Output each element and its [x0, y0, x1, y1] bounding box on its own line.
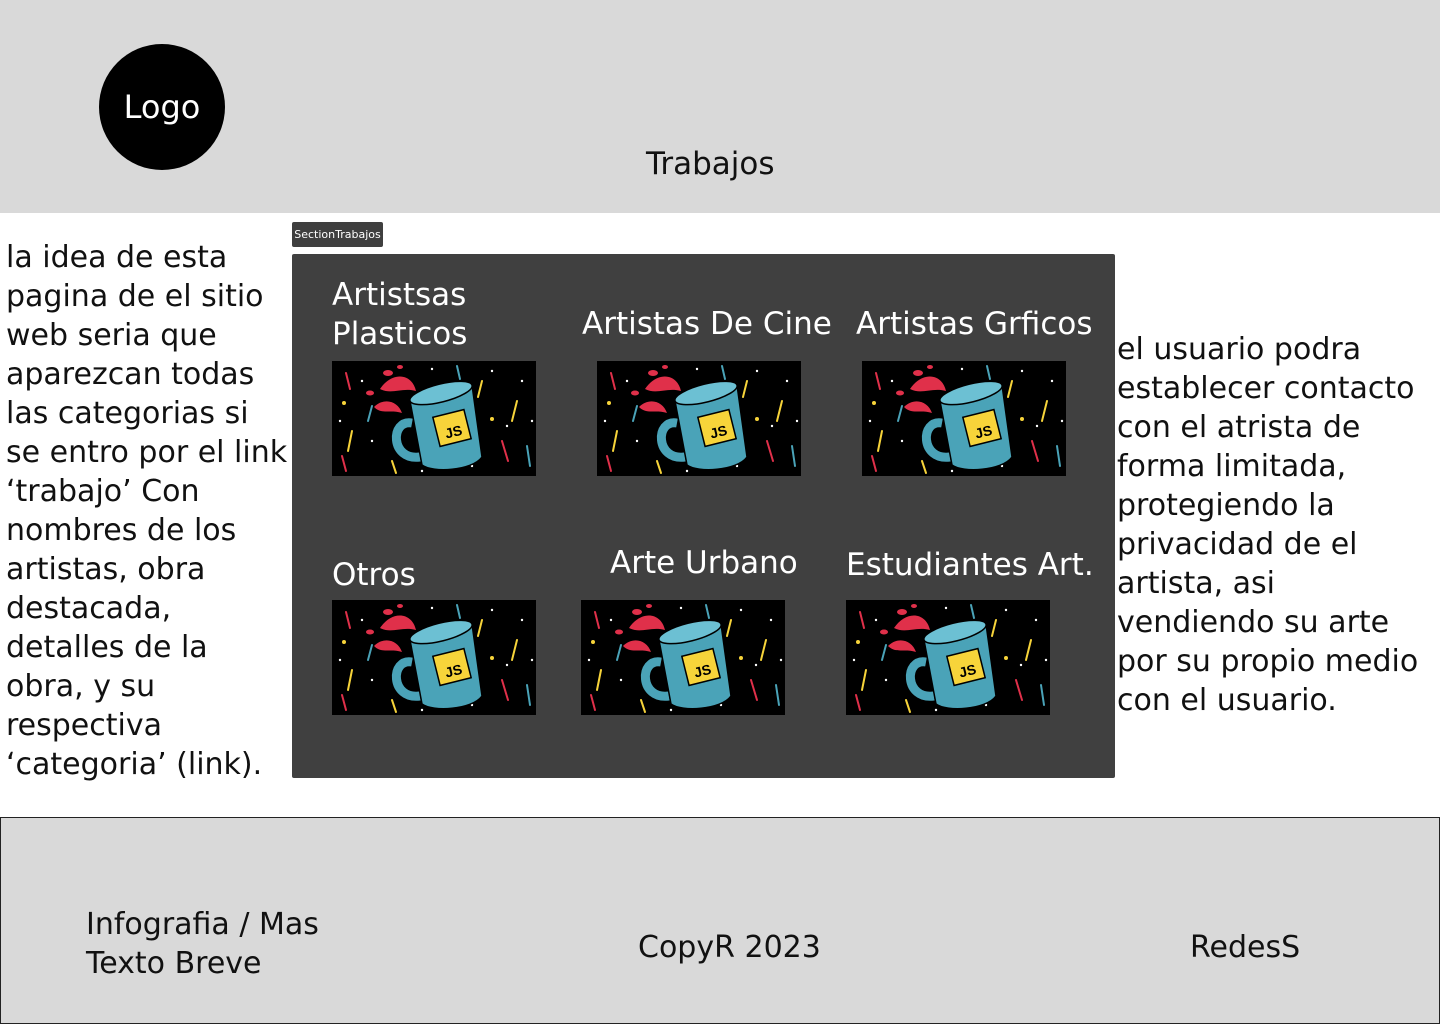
left-annotation: la idea de esta pagina de el sitio web s…	[6, 240, 288, 782]
footer: Infografia / Mas Texto Breve CopyR 2023 …	[0, 817, 1440, 1024]
js-mug-icon	[846, 600, 1050, 715]
category-label-estudiantes: Estudiantes Art.	[846, 547, 1094, 583]
footer-infografia: Infografia / Mas Texto Breve	[86, 907, 319, 981]
js-mug-icon	[332, 600, 536, 715]
category-image-plasticos[interactable]	[332, 361, 536, 476]
footer-social-link[interactable]: RedesS	[1190, 928, 1300, 967]
category-image-estudiantes[interactable]	[846, 600, 1050, 715]
category-label-cine: Artistas De Cine	[582, 306, 832, 342]
category-label-urbano: Arte Urbano	[610, 545, 798, 581]
js-mug-icon	[332, 361, 536, 476]
category-label-plasticos: Artistsas Plasticos	[332, 277, 468, 352]
logo[interactable]: Logo	[99, 44, 225, 170]
footer-copyright: CopyR 2023	[638, 930, 821, 965]
category-image-urbano[interactable]	[581, 600, 785, 715]
category-label-otros: Otros	[332, 557, 416, 593]
header: Logo Trabajos	[0, 0, 1440, 213]
right-annotation: el usuario podra establecer contacto con…	[1117, 332, 1419, 718]
section-tag: SectionTrabajos	[292, 222, 383, 247]
category-label-graficos: Artistas Grficos	[856, 306, 1093, 342]
category-image-cine[interactable]	[597, 361, 801, 476]
nav-link-trabajos[interactable]: Trabajos	[646, 146, 775, 182]
js-mug-icon	[581, 600, 785, 715]
category-image-graficos[interactable]	[862, 361, 1066, 476]
section-trabajos: Artistsas Plasticos Artistas De Cine Art…	[292, 254, 1115, 778]
js-mug-icon	[597, 361, 801, 476]
category-image-otros[interactable]	[332, 600, 536, 715]
js-mug-icon	[862, 361, 1066, 476]
